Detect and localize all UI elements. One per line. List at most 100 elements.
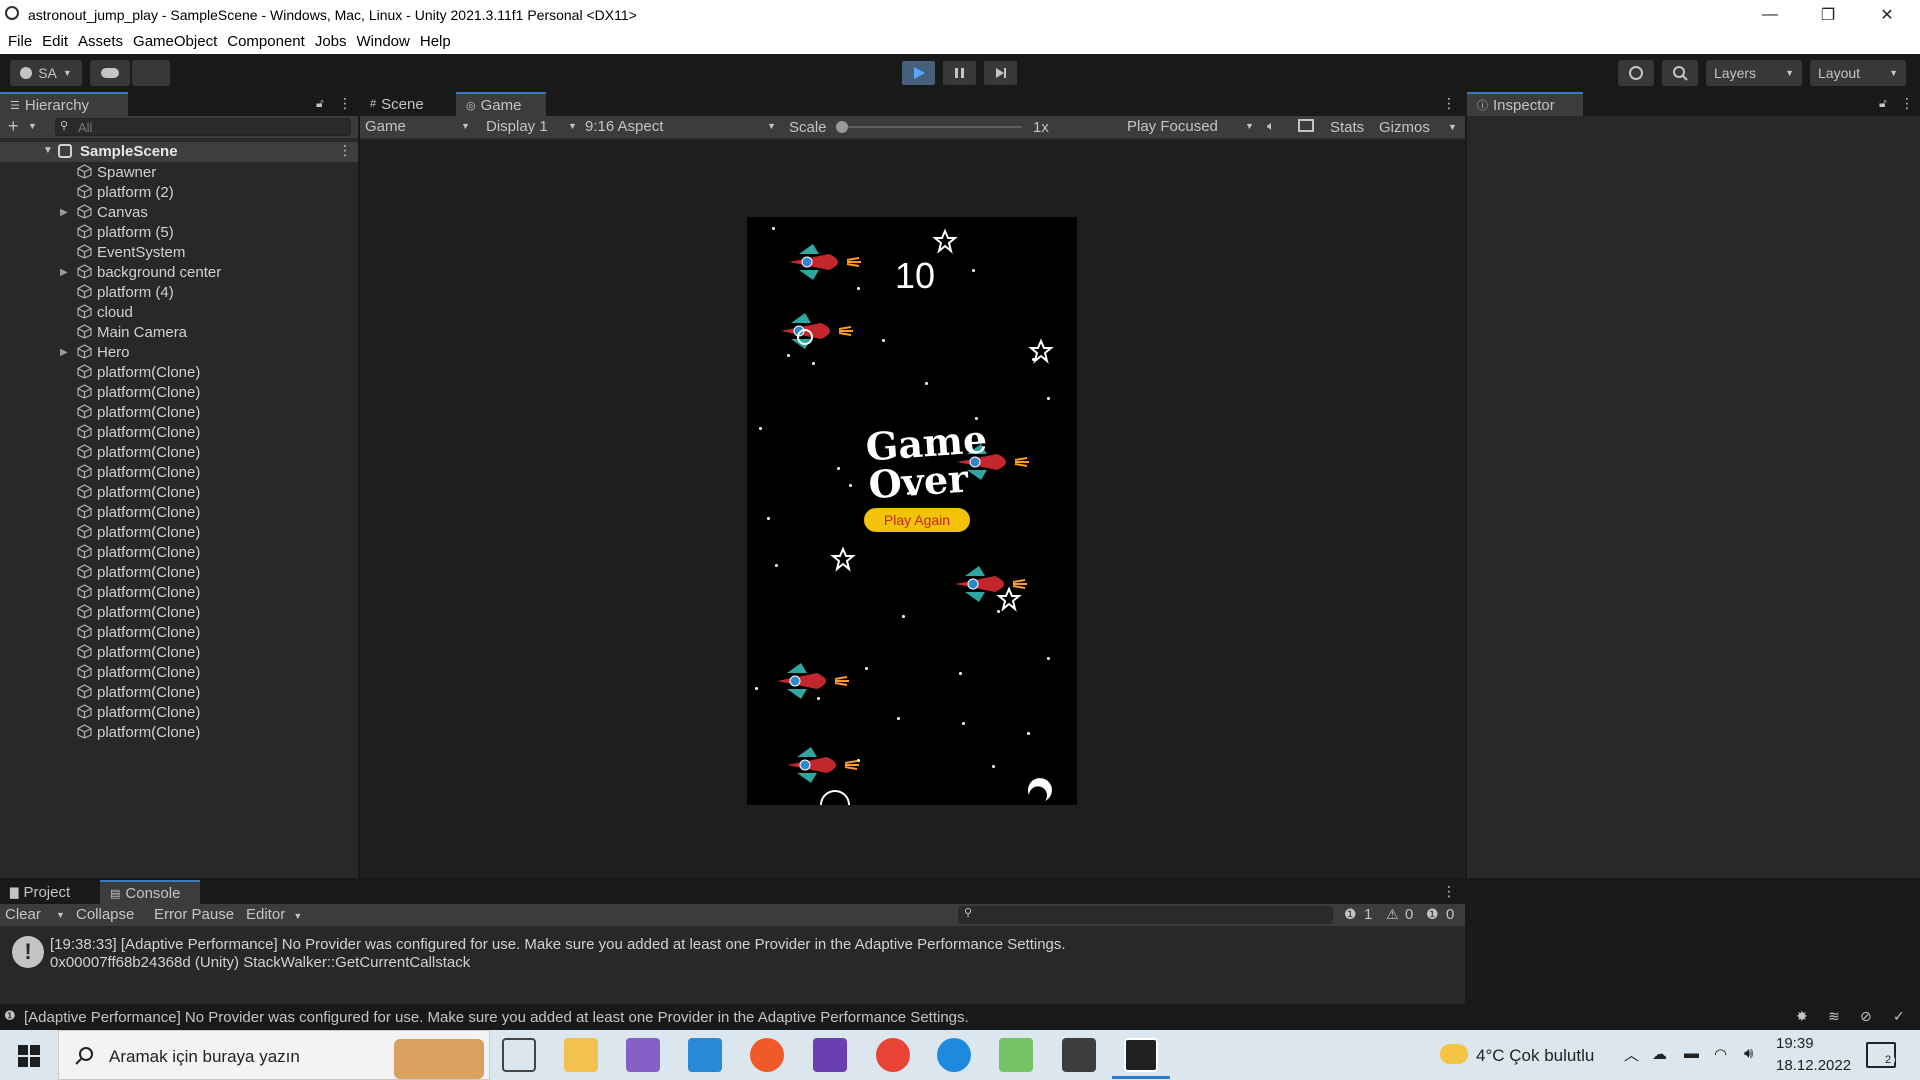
console-log-entry[interactable]: ! [19:38:33] [Adaptive Performance] No P… [0, 930, 1465, 976]
expand-arrow-icon[interactable]: ▶ [60, 347, 68, 358]
stats-button[interactable]: Stats [1330, 119, 1364, 136]
tab-console[interactable]: ▤ Console [100, 880, 200, 904]
play-focused-dropdown[interactable]: Play Focused ▼ [1127, 118, 1259, 135]
expand-arrow-icon[interactable]: ▶ [60, 207, 68, 218]
menu-assets[interactable]: Assets [78, 33, 123, 50]
add-icon[interactable]: + [8, 116, 19, 137]
hierarchy-item[interactable]: platform (5) [0, 222, 358, 242]
pause-button[interactable] [943, 61, 976, 85]
hierarchy-item[interactable]: Main Camera [0, 322, 358, 342]
menu-jobs[interactable]: Jobs [315, 33, 347, 50]
hierarchy-item[interactable]: platform (4) [0, 282, 358, 302]
lock-icon[interactable]: 🔓︎ [316, 96, 324, 111]
more-options-icon[interactable]: ⋮ [338, 95, 352, 112]
search-button[interactable] [1662, 60, 1698, 86]
weather-text[interactable]: 4°C Çok bulutlu [1476, 1046, 1594, 1066]
debug-icon[interactable]: ✸ [1796, 1008, 1808, 1025]
hierarchy-item[interactable]: platform(Clone) [0, 682, 358, 702]
console-search-input[interactable]: ⚲ [958, 906, 1333, 924]
hierarchy-item[interactable]: platform(Clone) [0, 422, 358, 442]
hierarchy-search-input[interactable]: ⚲ All [55, 118, 351, 136]
app-icon[interactable] [999, 1038, 1033, 1072]
tab-hierarchy[interactable]: ☰ Hierarchy [0, 92, 128, 116]
editor-dropdown[interactable]: Editor ▼ [246, 906, 302, 923]
play-again-button[interactable]: Play Again [864, 508, 970, 532]
unity-hub-icon[interactable] [1062, 1038, 1096, 1072]
stats-grid-icon[interactable] [1298, 119, 1314, 132]
visual-studio-2-icon[interactable] [813, 1038, 847, 1072]
hierarchy-item[interactable]: platform(Clone) [0, 702, 358, 722]
tab-inspector[interactable]: ⓘ Inspector [1467, 92, 1583, 116]
unity-editor-icon[interactable] [1124, 1038, 1158, 1072]
collapse-button[interactable]: Collapse [76, 906, 134, 923]
hierarchy-item[interactable]: EventSystem [0, 242, 358, 262]
hierarchy-item[interactable]: platform(Clone) [0, 642, 358, 662]
battery-icon[interactable]: ▬ [1684, 1045, 1699, 1062]
more-options-icon[interactable]: ⋮ [338, 142, 352, 159]
hierarchy-item[interactable]: ▶ background center [0, 262, 358, 282]
play-button[interactable] [902, 61, 935, 85]
game-mode-dropdown[interactable]: Game ▼ [365, 118, 475, 135]
display-dropdown[interactable]: Display 1 ▼ [486, 118, 581, 135]
hierarchy-item[interactable]: platform(Clone) [0, 382, 358, 402]
hierarchy-item[interactable]: platform(Clone) [0, 622, 358, 642]
postman-icon[interactable] [750, 1038, 784, 1072]
hierarchy-item[interactable]: platform(Clone) [0, 662, 358, 682]
hierarchy-item[interactable]: platform(Clone) [0, 462, 358, 482]
gizmos-button[interactable]: Gizmos [1379, 119, 1430, 136]
file-explorer-icon[interactable] [564, 1038, 598, 1072]
network-icon[interactable]: ⊘ [1860, 1008, 1872, 1025]
volume-icon[interactable]: 🔊︎ [1744, 1045, 1753, 1062]
hierarchy-item[interactable]: platform(Clone) [0, 582, 358, 602]
expand-arrow-icon[interactable]: ▶ [60, 267, 68, 278]
game-render[interactable]: 10 Game Over Play Again [747, 217, 1077, 805]
wifi-icon[interactable]: ◠ [1714, 1045, 1727, 1063]
mute-audio-icon[interactable]: 🔈︎ [1267, 118, 1275, 134]
hierarchy-item[interactable]: Spawner [0, 162, 358, 182]
layout-dropdown[interactable]: Layout ▼ [1810, 60, 1906, 86]
clock-time[interactable]: 19:39 [1776, 1035, 1814, 1052]
log-count[interactable]: 1 [1364, 906, 1372, 923]
status-message[interactable]: [Adaptive Performance] No Provider was c… [24, 1009, 969, 1026]
edge-icon[interactable] [937, 1038, 971, 1072]
hierarchy-item[interactable]: platform(Clone) [0, 562, 358, 582]
account-dropdown[interactable]: SA ▼ [10, 60, 82, 86]
scale-slider[interactable] [836, 121, 1022, 133]
history-button[interactable] [1618, 60, 1654, 86]
tab-scene[interactable]: # Scene [360, 92, 456, 116]
hierarchy-item[interactable]: cloud [0, 302, 358, 322]
maximize-button[interactable]: ❐ [1805, 0, 1851, 29]
layers-dropdown[interactable]: Layers ▼ [1706, 60, 1802, 86]
chevron-down-icon[interactable]: ▼ [28, 121, 37, 131]
tab-project[interactable]: ▇ Project [0, 880, 100, 904]
taskbar-search-input[interactable]: Aramak için buraya yazın [58, 1030, 490, 1080]
hierarchy-item[interactable]: platform(Clone) [0, 362, 358, 382]
onedrive-icon[interactable]: ☁ [1652, 1045, 1667, 1063]
scene-row[interactable]: ▼ SampleScene ⋮ [0, 142, 358, 162]
chrome-icon[interactable] [876, 1038, 910, 1072]
expand-arrow-icon[interactable]: ▼ [43, 145, 53, 156]
lock-icon[interactable]: 🔓︎ [1879, 96, 1887, 111]
weather-icon[interactable] [1440, 1044, 1468, 1064]
hierarchy-item[interactable]: platform (2) [0, 182, 358, 202]
hierarchy-item[interactable]: platform(Clone) [0, 402, 358, 422]
menu-component[interactable]: Component [227, 33, 305, 50]
hierarchy-item[interactable]: platform(Clone) [0, 722, 358, 742]
error-pause-button[interactable]: Error Pause [154, 906, 234, 923]
hierarchy-item[interactable]: platform(Clone) [0, 542, 358, 562]
hierarchy-item[interactable]: platform(Clone) [0, 482, 358, 502]
menu-file[interactable]: File [8, 33, 32, 50]
cache-icon[interactable]: ≋ [1828, 1008, 1840, 1025]
warning-count[interactable]: 0 [1405, 906, 1413, 923]
hierarchy-item[interactable]: platform(Clone) [0, 442, 358, 462]
error-count[interactable]: 0 [1446, 906, 1454, 923]
checkmark-icon[interactable]: ✓ [1893, 1008, 1905, 1025]
step-button[interactable] [984, 61, 1017, 85]
scale-slider-thumb[interactable] [836, 121, 848, 133]
aspect-dropdown[interactable]: 9:16 Aspect ▼ [585, 118, 781, 135]
hierarchy-item[interactable]: platform(Clone) [0, 602, 358, 622]
clear-button[interactable]: Clear [5, 906, 41, 923]
collab-button[interactable] [132, 60, 170, 86]
menu-edit[interactable]: Edit [42, 33, 68, 50]
chevron-down-icon[interactable]: ▼ [56, 910, 65, 920]
